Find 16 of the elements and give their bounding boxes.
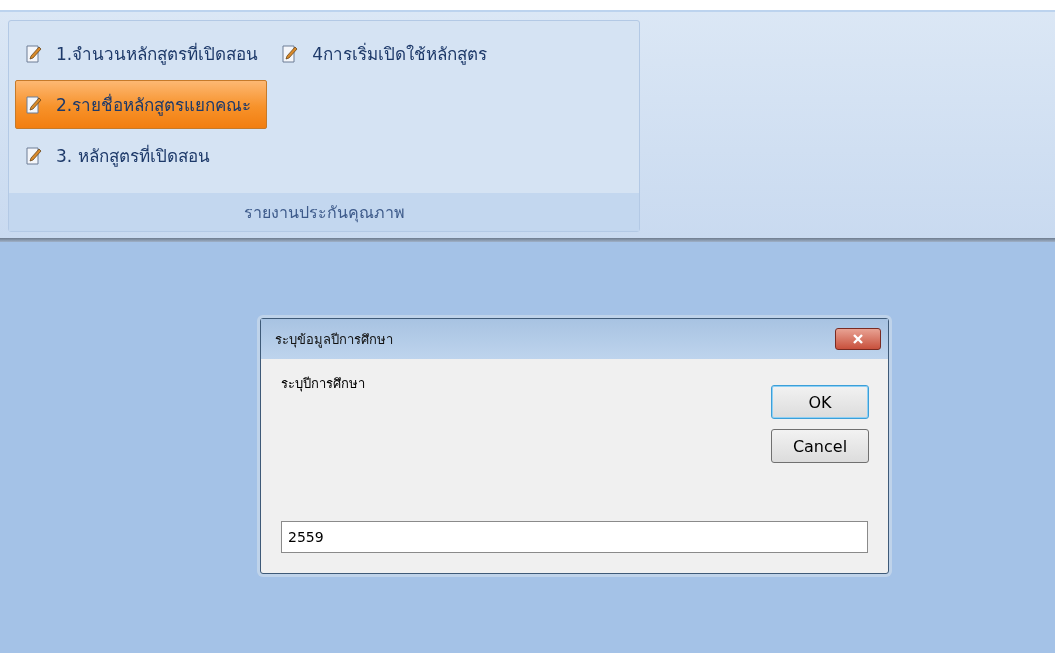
edit-document-icon — [26, 146, 42, 165]
prompt-label: ระบุปีการศึกษา — [281, 375, 365, 394]
edit-document-icon — [282, 44, 299, 63]
group-caption: รายงานประกันคุณภาพ — [9, 193, 639, 231]
close-icon — [852, 334, 864, 344]
dialog-button[interactable]: OK — [771, 385, 869, 419]
edit-document-icon — [26, 44, 42, 63]
input-field[interactable]: 2559 — [281, 521, 868, 553]
dialog-title: ระบุข้อมูลปีการศึกษา — [275, 330, 393, 350]
edit-document-icon — [26, 95, 42, 114]
dialog-button[interactable]: Cancel — [771, 429, 869, 463]
ribbon-item[interactable]: 4การเริ่มเปิดใช้หลักสูตร — [271, 29, 497, 78]
ribbon-item[interactable]: 1.จำนวนหลักสูตรที่เปิดสอน — [15, 29, 268, 78]
ribbon-item[interactable]: 2.รายชื่อหลักสูตรแยกคณะ — [15, 80, 268, 129]
close-button[interactable] — [835, 328, 881, 350]
ribbon-item[interactable]: 3. หลักสูตรที่เปิดสอน — [15, 131, 268, 180]
